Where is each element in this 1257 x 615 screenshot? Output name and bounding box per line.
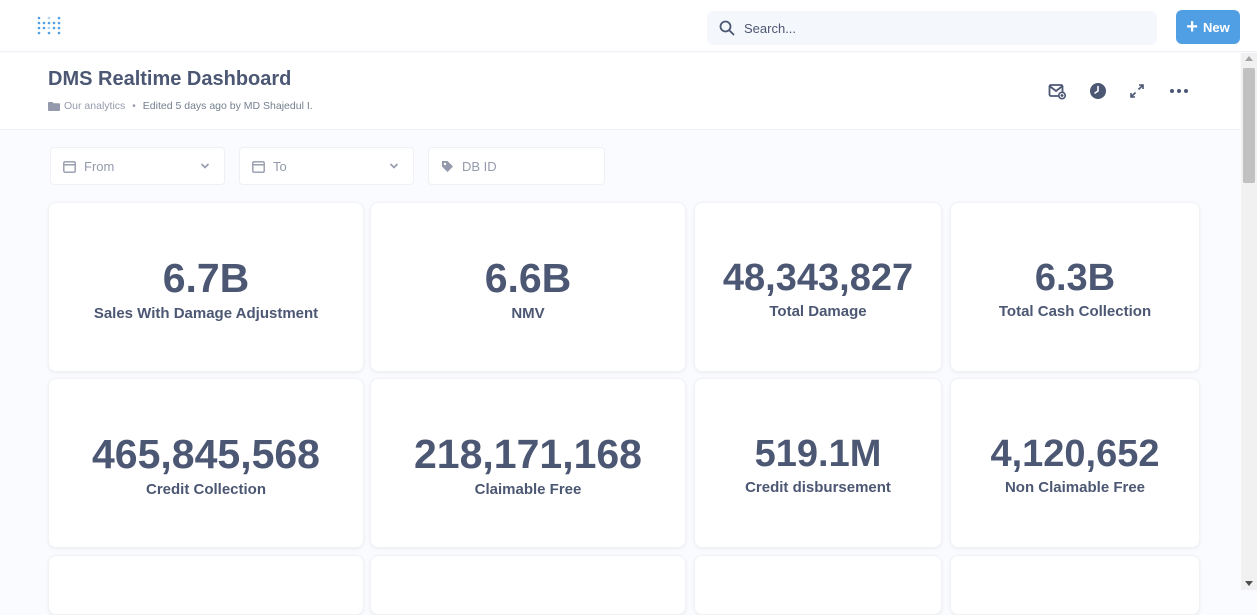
scalar-card-partial[interactable]	[370, 555, 686, 615]
scalar-value: 6.3B	[1034, 257, 1116, 299]
scalar-value: 4,120,652	[990, 433, 1160, 475]
scalar-card[interactable]: 4,120,652 Non Claimable Free	[950, 378, 1200, 548]
last-edited-info[interactable]: Edited 5 days ago by MD Shajedul I.	[143, 100, 313, 112]
scalar-card[interactable]: 218,171,168 Claimable Free	[370, 378, 686, 548]
scalar-card[interactable]: 6.6B NMV	[370, 202, 686, 372]
scalar-label[interactable]: Credit Collection	[49, 481, 363, 498]
scalar-label[interactable]: NMV	[371, 305, 685, 322]
subscriptions-button[interactable]	[1047, 81, 1067, 101]
dashboard-meta: Our analytics • Edited 5 days ago by MD …	[48, 100, 313, 112]
filter-from-label: From	[84, 158, 115, 174]
dashboard-title[interactable]: DMS Realtime Dashboard	[48, 68, 291, 91]
filter-db-id[interactable]: DB ID	[428, 147, 605, 185]
collection-link[interactable]: Our analytics	[64, 100, 125, 112]
scalar-label[interactable]: Total Cash Collection	[951, 303, 1199, 320]
dashboard-header: DMS Realtime Dashboard Our analytics • E…	[0, 53, 1240, 130]
ellipsis-icon	[1170, 89, 1188, 93]
metabase-logo-icon[interactable]	[37, 16, 63, 36]
filter-db-id-label: DB ID	[462, 158, 497, 174]
chevron-down-icon	[200, 163, 210, 169]
scalar-card[interactable]: 48,343,827 Total Damage	[694, 202, 942, 372]
scalar-value: 6.7B	[162, 255, 250, 301]
fullscreen-button[interactable]	[1127, 81, 1147, 101]
calendar-icon	[63, 160, 76, 173]
scroll-down-arrow-icon[interactable]	[1245, 581, 1253, 586]
scalar-label[interactable]: Non Claimable Free	[951, 479, 1199, 496]
scalar-card[interactable]: 519.1M Credit disbursement	[694, 378, 942, 548]
scalar-label[interactable]: Credit disbursement	[695, 479, 941, 496]
scalar-card-partial[interactable]	[48, 555, 364, 615]
tag-icon	[442, 160, 453, 172]
scalar-value: 465,845,568	[91, 431, 320, 477]
scalar-card[interactable]: 465,845,568 Credit Collection	[48, 378, 364, 548]
calendar-icon	[252, 160, 265, 173]
search-placeholder: Search...	[744, 20, 797, 36]
scalar-value: 218,171,168	[413, 431, 642, 477]
plus-icon: +	[1186, 16, 1198, 38]
scalar-value: 519.1M	[754, 433, 882, 475]
chevron-down-icon	[389, 163, 399, 169]
more-options-button[interactable]	[1169, 81, 1189, 101]
filter-to[interactable]: To	[239, 147, 414, 185]
scrollbar-thumb[interactable]	[1243, 68, 1255, 183]
scalar-card[interactable]: 6.3B Total Cash Collection	[950, 202, 1200, 372]
search-icon	[719, 20, 735, 36]
top-navigation-bar: Search... + New	[0, 0, 1257, 52]
search-input[interactable]: Search...	[707, 11, 1157, 45]
subscription-icon	[1048, 84, 1066, 100]
scalar-card[interactable]: 6.7B Sales With Damage Adjustment	[48, 202, 364, 372]
new-button-label: New	[1202, 19, 1230, 35]
scalar-value: 6.6B	[484, 255, 572, 301]
scroll-up-arrow-icon[interactable]	[1245, 56, 1253, 61]
scalar-card-partial[interactable]	[694, 555, 942, 615]
auto-refresh-button[interactable]	[1088, 81, 1108, 101]
scalar-card-partial[interactable]	[950, 555, 1200, 615]
filter-from[interactable]: From	[50, 147, 225, 185]
scalar-label[interactable]: Total Damage	[695, 303, 941, 320]
scalar-label[interactable]: Sales With Damage Adjustment	[49, 305, 363, 322]
new-button[interactable]: + New	[1176, 10, 1240, 44]
clock-icon	[1090, 83, 1106, 99]
scalar-value: 48,343,827	[722, 257, 914, 299]
expand-icon	[1130, 84, 1144, 98]
meta-separator: •	[132, 100, 136, 112]
filter-to-label: To	[273, 158, 287, 174]
folder-icon	[48, 101, 60, 111]
scalar-label[interactable]: Claimable Free	[371, 481, 685, 498]
